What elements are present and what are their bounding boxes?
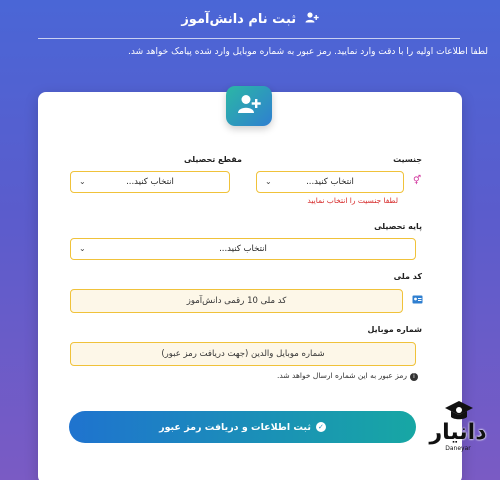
gender-icon: ⚥ bbox=[413, 176, 422, 186]
watermark-latin: Daneyar bbox=[445, 445, 471, 452]
avatar-badge bbox=[226, 86, 272, 126]
mobile-field[interactable]: شماره موبایل والدین (جهت دریافت رمز عبور… bbox=[70, 342, 416, 366]
education-level-select[interactable]: انتخاب کنید... ⌄ bbox=[70, 171, 230, 193]
page-title-text: ثبت نام دانش‌آموز bbox=[181, 12, 297, 27]
user-plus-icon bbox=[305, 12, 319, 26]
grade-select-value: انتخاب کنید... bbox=[219, 244, 267, 254]
user-plus-icon bbox=[237, 94, 261, 118]
national-code-field[interactable]: کد ملی 10 رقمی دانش‌آموز bbox=[70, 289, 403, 313]
gender-label: جنسیت bbox=[393, 155, 422, 164]
page-title: ثبت نام دانش‌آموز bbox=[0, 12, 500, 27]
grade-label: پایه تحصیلی bbox=[374, 222, 422, 231]
watermark-logo: دانیار Daneyar bbox=[418, 400, 498, 478]
mobile-hint-text: رمز عبور به این شماره ارسال خواهد شد. bbox=[277, 371, 407, 380]
gender-error: لطفا جنسیت را انتخاب نمایید bbox=[307, 196, 398, 205]
grade-select[interactable]: انتخاب کنید... ⌄ bbox=[70, 238, 416, 260]
education-level-label: مقطع تحصیلی bbox=[183, 155, 242, 164]
mobile-label: شماره موبایل bbox=[367, 325, 422, 334]
title-divider bbox=[38, 38, 460, 39]
mobile-placeholder: شماره موبایل والدین (جهت دریافت رمز عبور… bbox=[161, 349, 325, 359]
id-card-icon bbox=[412, 295, 423, 307]
info-icon: i bbox=[410, 373, 418, 381]
gender-select-value: انتخاب کنید... bbox=[306, 177, 354, 187]
submit-button[interactable]: ✓ ثبت اطلاعات و دریافت رمز عبور bbox=[69, 411, 416, 443]
mobile-hint: iرمز عبور به این شماره ارسال خواهد شد. bbox=[277, 371, 418, 381]
chevron-down-icon: ⌄ bbox=[79, 177, 86, 186]
national-code-placeholder: کد ملی 10 رقمی دانش‌آموز bbox=[186, 296, 287, 306]
gender-select[interactable]: انتخاب کنید... ⌄ bbox=[256, 171, 404, 193]
check-circle-icon: ✓ bbox=[315, 422, 326, 432]
education-level-select-value: انتخاب کنید... bbox=[126, 177, 174, 187]
chevron-down-icon: ⌄ bbox=[79, 244, 86, 253]
page-subtitle: لطفا اطلاعات اولیه را با دقت وارد نمایید… bbox=[128, 47, 488, 57]
national-code-label: کد ملی bbox=[393, 272, 422, 281]
chevron-down-icon: ⌄ bbox=[265, 177, 272, 186]
submit-button-label: ثبت اطلاعات و دریافت رمز عبور bbox=[159, 421, 311, 433]
graduation-cap-icon bbox=[445, 401, 473, 420]
